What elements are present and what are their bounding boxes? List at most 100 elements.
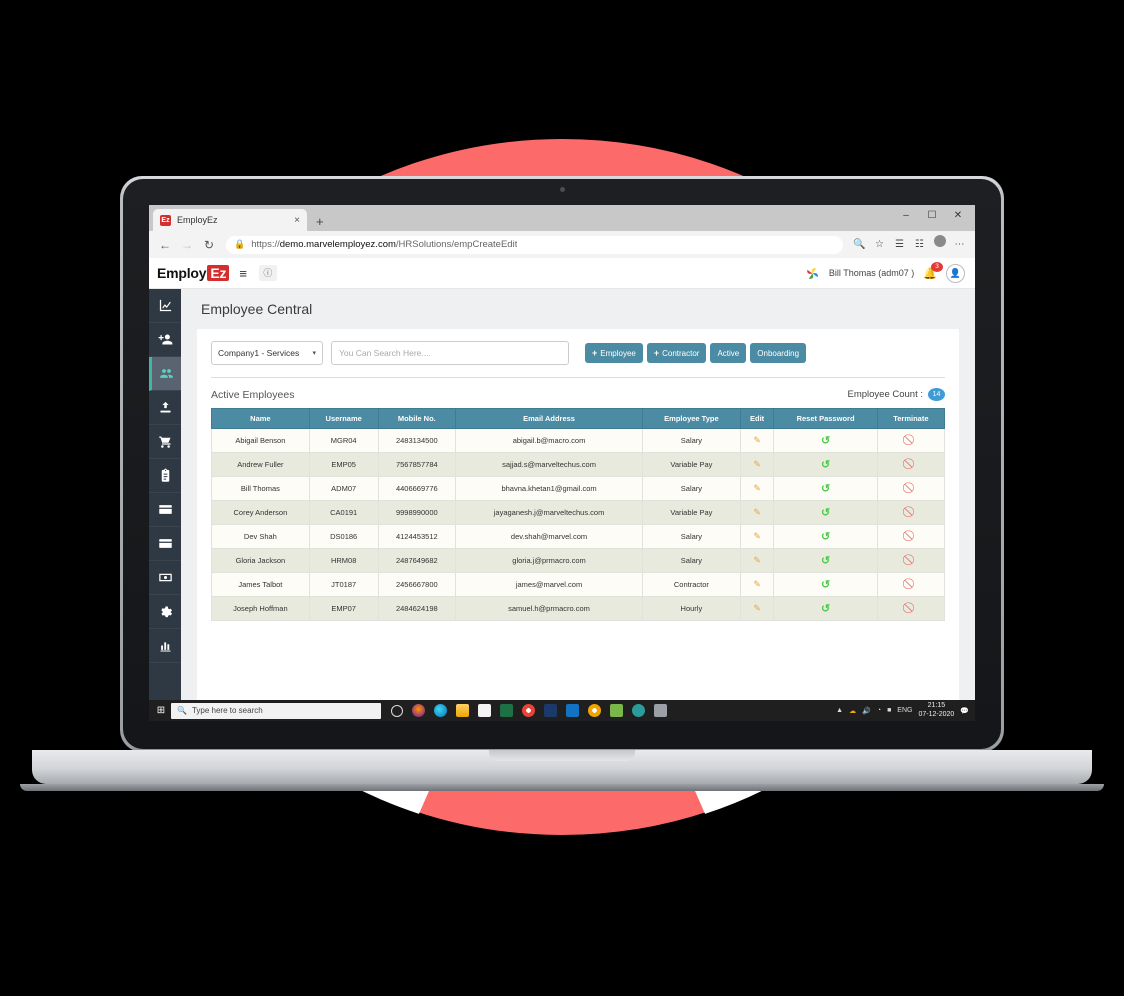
edit-button[interactable]: ✎ <box>739 476 775 501</box>
sidebar-item-card-1[interactable] <box>149 493 181 527</box>
wifi-icon[interactable]: ◔ <box>877 707 881 714</box>
firefox-icon[interactable] <box>412 704 425 717</box>
add-employee-button[interactable]: + Employee <box>585 343 643 363</box>
reset-password-button[interactable]: ↺ <box>773 596 878 621</box>
edit-button[interactable]: ✎ <box>739 596 775 621</box>
reset-password-button[interactable]: ↺ <box>773 572 878 597</box>
add-contractor-button[interactable]: + Contractor <box>646 343 707 363</box>
volume-icon[interactable]: 🔊 <box>862 707 871 715</box>
clipboard-icon <box>161 468 169 482</box>
taskbar-search-input[interactable]: 🔍 Type here to search <box>171 702 381 719</box>
terminate-button[interactable]: ⃠ <box>876 548 946 573</box>
edge-icon[interactable] <box>434 704 447 717</box>
reset-password-button-icon: ↺ <box>820 603 831 615</box>
app-icon-teal[interactable] <box>632 704 645 717</box>
cell-type: Variable Pay <box>642 452 741 477</box>
user-avatar[interactable]: 👤 <box>946 263 965 283</box>
search-icon[interactable]: 🔍 <box>850 235 869 254</box>
app-icon-grey[interactable] <box>654 704 667 717</box>
sidebar-item-card-2[interactable] <box>149 527 181 561</box>
edit-button[interactable]: ✎ <box>739 452 775 477</box>
address-bar[interactable]: 🔒 https://demo.marvelemployez.com/HRSolu… <box>226 235 843 254</box>
sidebar-item-cart[interactable] <box>149 425 181 459</box>
divider <box>211 377 945 378</box>
terminate-button[interactable]: ⃠ <box>876 596 946 621</box>
collections-icon[interactable]: ☷ <box>910 235 929 254</box>
start-button-icon[interactable]: ⊞ <box>151 705 171 716</box>
forward-icon[interactable]: → <box>177 235 197 255</box>
onboarding-filter-button[interactable]: Onboarding <box>750 343 807 363</box>
terminate-button[interactable]: ⃠ <box>876 452 946 477</box>
back-icon[interactable]: ← <box>155 235 175 255</box>
action-center-icon[interactable]: 💬 <box>960 707 969 715</box>
sidebar-item-add-user[interactable] <box>149 323 181 357</box>
cortana-icon[interactable] <box>391 704 403 717</box>
chrome-icon[interactable] <box>522 704 535 717</box>
reading-list-icon[interactable]: ☰ <box>890 235 909 254</box>
language-indicator[interactable]: ENG <box>897 707 912 714</box>
search-input[interactable]: You Can Search Here.... <box>331 341 569 365</box>
chrome-2-icon[interactable] <box>588 704 601 717</box>
sidebar-item-payments[interactable] <box>149 561 181 595</box>
star-icon[interactable]: ☆ <box>870 235 889 254</box>
edit-button[interactable]: ✎ <box>739 572 775 597</box>
edit-button[interactable]: ✎ <box>739 524 775 549</box>
onedrive-icon[interactable]: ☁ <box>849 707 856 715</box>
help-icon[interactable]: ⓘ <box>258 265 277 281</box>
app-icon-blue[interactable] <box>544 704 557 717</box>
clock-time: 21:15 <box>927 702 946 710</box>
action-buttons: + Employee + Contractor Active Onboarding <box>585 343 807 363</box>
terminate-button[interactable]: ⃠ <box>876 500 946 525</box>
chevron-up-icon[interactable]: ▲ <box>836 707 843 714</box>
app-logo[interactable]: Employ Ez <box>157 265 230 281</box>
sidebar-item-dashboard[interactable] <box>149 289 181 323</box>
reset-password-button[interactable]: ↺ <box>773 524 878 549</box>
employee-count-badge: 14 <box>928 388 945 401</box>
column-header: Employee Type <box>642 408 741 429</box>
reset-password-button[interactable]: ↺ <box>773 428 878 453</box>
sidebar-item-clipboard[interactable] <box>149 459 181 493</box>
reset-password-button[interactable]: ↺ <box>773 476 878 501</box>
taskbar-clock[interactable]: 21:15 07-12-2020 <box>918 702 954 718</box>
sidebar-item-upload[interactable] <box>149 391 181 425</box>
notification-bell-icon[interactable]: 🔔 3 <box>923 261 943 280</box>
cell-username: ADM07 <box>308 476 379 501</box>
new-tab-icon[interactable]: + <box>316 214 324 229</box>
close-tab-icon[interactable]: × <box>294 215 300 226</box>
bar-chart-icon <box>160 642 170 652</box>
mail-icon[interactable] <box>566 704 579 717</box>
cell-email: james@marvel.com <box>455 572 644 597</box>
notification-badge: 3 <box>931 261 943 272</box>
explorer-icon[interactable] <box>456 704 469 717</box>
sidebar-item-reports[interactable] <box>149 629 181 663</box>
profile-icon[interactable] <box>930 235 949 254</box>
more-icon[interactable]: ⋯ <box>950 235 969 254</box>
edit-button[interactable]: ✎ <box>739 428 775 453</box>
terminate-button[interactable]: ⃠ <box>876 476 946 501</box>
sidebar-item-settings[interactable] <box>149 595 181 629</box>
sidebar-item-employees[interactable] <box>149 357 181 391</box>
terminate-button[interactable]: ⃠ <box>876 428 946 453</box>
terminate-button[interactable]: ⃠ <box>876 524 946 549</box>
reset-password-button[interactable]: ↺ <box>773 548 878 573</box>
column-header: Name <box>211 408 310 429</box>
reset-password-button[interactable]: ↺ <box>773 452 878 477</box>
reset-password-button[interactable]: ↺ <box>773 500 878 525</box>
excel-icon[interactable] <box>500 704 513 717</box>
app-body: Employee Central Company1 - Services ▾ Y… <box>149 289 975 721</box>
battery-icon[interactable]: ■ <box>887 707 891 714</box>
edit-button[interactable]: ✎ <box>739 500 775 525</box>
menu-icon[interactable]: ≡ <box>239 266 247 281</box>
browser-tab[interactable]: Ez EmployEz × <box>153 209 307 231</box>
active-filter-button[interactable]: Active <box>710 343 747 363</box>
maximize-button[interactable]: ☐ <box>919 206 945 226</box>
reload-icon[interactable]: ↻ <box>199 235 219 255</box>
credit-card-icon <box>158 505 172 514</box>
company-select[interactable]: Company1 - Services ▾ <box>211 341 323 365</box>
store-icon[interactable] <box>478 704 491 717</box>
app-icon-green[interactable] <box>610 704 623 717</box>
terminate-button[interactable]: ⃠ <box>876 572 946 597</box>
minimize-button[interactable]: – <box>893 206 919 226</box>
close-window-button[interactable]: ✕ <box>945 206 971 226</box>
edit-button[interactable]: ✎ <box>739 548 775 573</box>
